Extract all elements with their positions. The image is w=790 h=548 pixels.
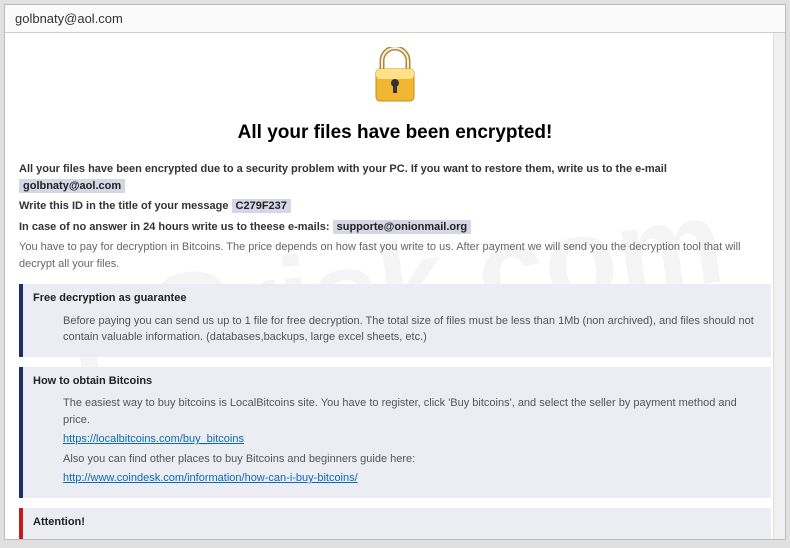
payment-note: You have to pay for decryption in Bitcoi… [19, 239, 771, 272]
ransom-window: golbnaty@aol.com PCrisk.com All your fil… [4, 4, 786, 540]
intro-text-2: Write this ID in the title of your messa… [19, 200, 228, 212]
window-title: golbnaty@aol.com [15, 11, 123, 26]
obtain-line-2: Also you can find other places to buy Bi… [63, 451, 761, 468]
intro-line-2: Write this ID in the title of your messa… [19, 198, 771, 215]
contact-email-secondary: supporte@onionmail.org [333, 220, 472, 234]
attention-item: Do not rename encrypted files. [81, 536, 761, 539]
obtain-box: How to obtain Bitcoins The easiest way t… [19, 367, 771, 498]
coindesk-link[interactable]: http://www.coindesk.com/information/how-… [63, 472, 358, 484]
content-area: PCrisk.com All your files have been encr… [5, 33, 785, 539]
intro-text-3: In case of no answer in 24 hours write u… [19, 221, 330, 233]
victim-id: C279F237 [232, 199, 291, 213]
lock-icon [370, 47, 420, 111]
attention-box: Attention! Do not rename encrypted files… [19, 508, 771, 540]
main-heading: All your files have been encrypted! [19, 119, 771, 148]
intro-text-1: All your files have been encrypted due t… [19, 163, 667, 175]
guarantee-box: Free decryption as guarantee Before payi… [19, 284, 771, 357]
intro-line-3: In case of no answer in 24 hours write u… [19, 219, 771, 236]
guarantee-title: Free decryption as guarantee [33, 290, 761, 307]
window-titlebar[interactable]: golbnaty@aol.com [5, 5, 785, 33]
contact-email-primary: golbnaty@aol.com [19, 179, 125, 193]
attention-list: Do not rename encrypted files. Do not tr… [63, 536, 761, 539]
intro-line-1: All your files have been encrypted due t… [19, 161, 771, 194]
localbitcoins-link[interactable]: https://localbitcoins.com/buy_bitcoins [63, 433, 244, 445]
guarantee-body: Before paying you can send us up to 1 fi… [63, 313, 761, 346]
obtain-line-1: The easiest way to buy bitcoins is Local… [63, 395, 761, 428]
obtain-title: How to obtain Bitcoins [33, 373, 761, 390]
attention-title: Attention! [33, 514, 761, 531]
